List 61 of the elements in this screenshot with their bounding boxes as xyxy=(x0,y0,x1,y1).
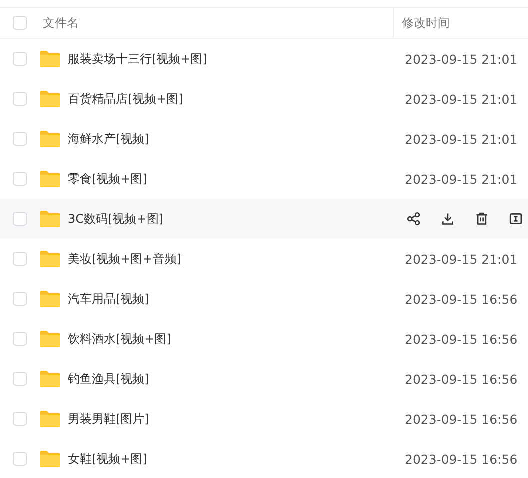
modified-time: 2023-09-15 21:01 xyxy=(404,92,518,106)
folder-icon xyxy=(39,170,61,188)
share-icon[interactable] xyxy=(407,212,421,226)
folder-icon xyxy=(39,330,61,348)
delete-icon[interactable] xyxy=(475,212,489,226)
row-checkbox[interactable] xyxy=(13,412,27,426)
row-checkbox[interactable] xyxy=(13,452,27,466)
row-checkbox[interactable] xyxy=(13,372,27,386)
folder-icon xyxy=(39,90,61,108)
column-header[interactable]: 文件名 xyxy=(40,14,393,32)
row-checkbox[interactable] xyxy=(13,252,27,266)
modified-time: 2023-09-15 21:01 xyxy=(404,172,518,186)
file-row[interactable]: 3C数码[视频+图] xyxy=(0,199,528,239)
select-all-checkbox[interactable] xyxy=(13,16,27,30)
file-row[interactable]: 百货精品店[视频+图] 2023-09-15 21:01 xyxy=(0,79,528,119)
folder-icon xyxy=(39,450,61,468)
modified-time: 2023-09-15 21:01 xyxy=(404,52,518,66)
row-checkbox[interactable] xyxy=(13,172,27,186)
file-row[interactable]: 海鲜水产[视频] 2023-09-15 21:01 xyxy=(0,119,528,159)
file-row[interactable]: 女鞋[视频+图] 2023-09-15 16:56 xyxy=(0,439,528,478)
folder-icon xyxy=(39,130,61,148)
modified-time: 2023-09-15 21:01 xyxy=(404,252,518,266)
file-name[interactable]: 零食[视频+图] xyxy=(61,170,390,188)
file-row[interactable]: 汽车用品[视频] 2023-09-15 16:56 xyxy=(0,279,528,319)
folder-icon xyxy=(39,210,61,228)
modified-time: 2023-09-15 16:56 xyxy=(404,452,518,466)
column-header[interactable]: 修改时间 xyxy=(393,8,528,38)
download-icon[interactable] xyxy=(441,212,455,226)
modified-time: 2023-09-15 16:56 xyxy=(404,372,518,386)
row-checkbox[interactable] xyxy=(13,212,27,226)
file-name[interactable]: 女鞋[视频+图] xyxy=(61,450,390,468)
row-checkbox[interactable] xyxy=(13,52,27,66)
file-name[interactable]: 3C数码[视频+图] xyxy=(61,210,390,228)
file-name[interactable]: 海鲜水产[视频] xyxy=(61,130,390,148)
file-name[interactable]: 服装卖场十三行[视频+图] xyxy=(61,50,390,68)
modified-time: 2023-09-15 16:56 xyxy=(404,292,518,306)
file-row[interactable]: 钓鱼渔具[视频] 2023-09-15 16:56 xyxy=(0,359,528,399)
modified-time: 2023-09-15 16:56 xyxy=(404,412,518,426)
folder-icon xyxy=(39,50,61,68)
file-row[interactable]: 零食[视频+图] 2023-09-15 21:01 xyxy=(0,159,528,199)
file-row[interactable]: 美妆[视频+图+音频] 2023-09-15 21:01 xyxy=(0,239,528,279)
file-name[interactable]: 饮料酒水[视频+图] xyxy=(61,330,390,348)
rename-icon[interactable] xyxy=(509,212,523,226)
file-name[interactable]: 汽车用品[视频] xyxy=(61,290,390,308)
folder-icon xyxy=(39,370,61,388)
file-row[interactable]: 服装卖场十三行[视频+图] 2023-09-15 21:01 xyxy=(0,39,528,79)
file-row[interactable]: 饮料酒水[视频+图] 2023-09-15 16:56 xyxy=(0,319,528,359)
file-name[interactable]: 钓鱼渔具[视频] xyxy=(61,370,390,388)
row-checkbox[interactable] xyxy=(13,292,27,306)
row-checkbox[interactable] xyxy=(13,332,27,346)
file-name[interactable]: 美妆[视频+图+音频] xyxy=(61,250,390,268)
row-checkbox[interactable] xyxy=(13,132,27,146)
file-row[interactable]: 男装男鞋[图片] 2023-09-15 16:56 xyxy=(0,399,528,439)
folder-icon xyxy=(39,410,61,428)
folder-icon xyxy=(39,250,61,268)
file-name[interactable]: 百货精品店[视频+图] xyxy=(61,90,390,108)
row-checkbox[interactable] xyxy=(13,92,27,106)
modified-time: 2023-09-15 16:56 xyxy=(404,332,518,346)
modified-time: 2023-09-15 21:01 xyxy=(404,132,518,146)
folder-icon xyxy=(39,290,61,308)
file-name[interactable]: 男装男鞋[图片] xyxy=(61,410,390,428)
